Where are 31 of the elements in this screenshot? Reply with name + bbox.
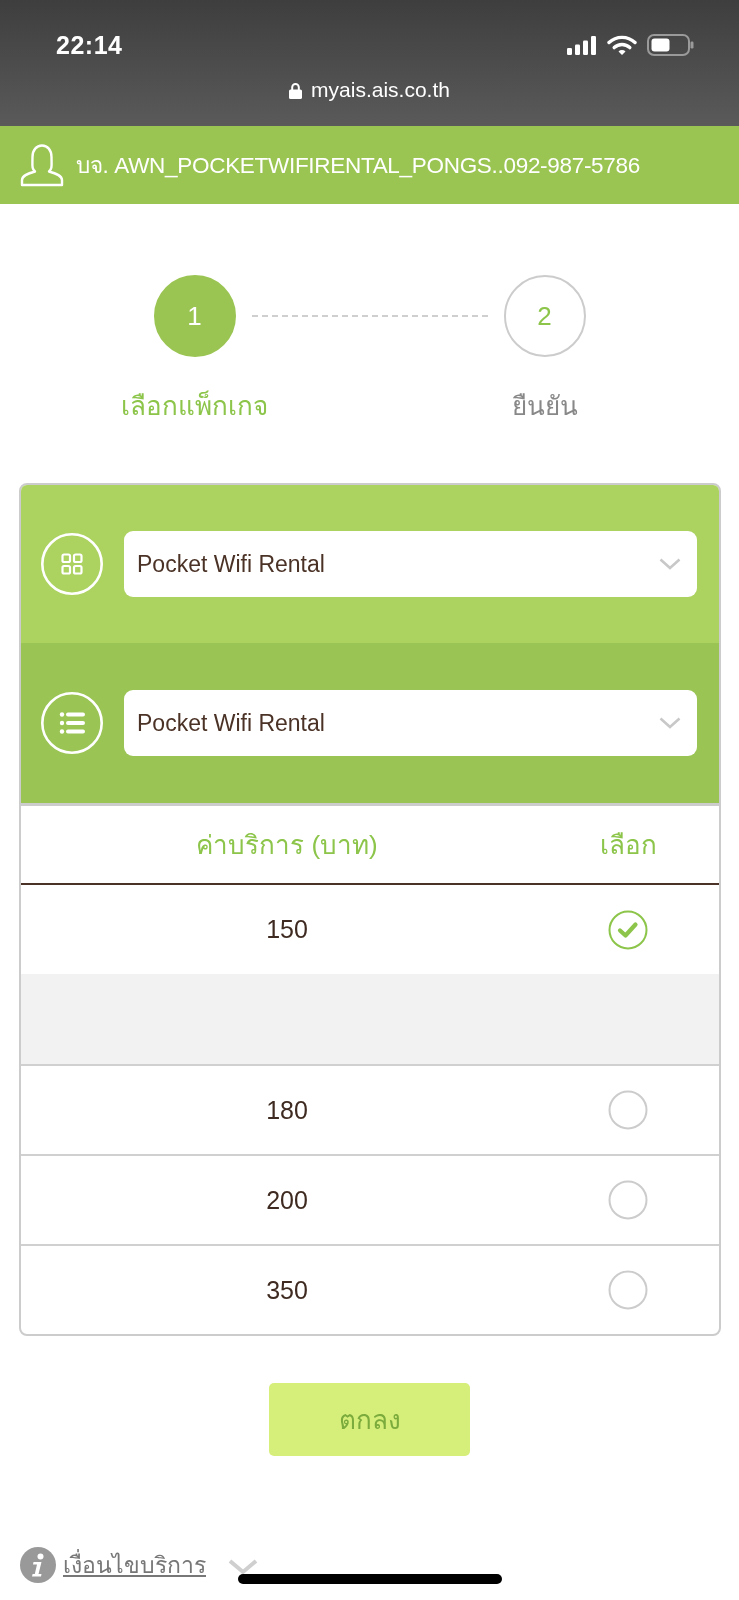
price-cell-text: 350: [265, 1275, 309, 1305]
price-cell-text: 150: [265, 915, 309, 944]
price-cell-text: 200: [265, 1185, 309, 1215]
url-text: myais.ais.co.th: [311, 78, 450, 102]
package-dropdown[interactable]: Pocket Wifi Rental: [124, 690, 697, 756]
person-icon[interactable]: [20, 143, 64, 187]
chevron-down-icon: [659, 558, 681, 570]
price-cell-text: 180: [265, 1095, 309, 1125]
status-time: 22:14: [56, 30, 123, 60]
account-name: บจ. AWN_POCKETWIFIRENTAL_PONGS..092-987-5786: [76, 152, 640, 180]
lock-icon: [289, 81, 303, 99]
step-indicator: 1: [153, 275, 236, 357]
grid-icon: [41, 533, 103, 595]
radio-button[interactable]: [608, 1270, 648, 1310]
wifi-icon: [607, 34, 637, 56]
step-label: ยืนยัน: [511, 390, 578, 422]
package-dropdown[interactable]: Pocket Wifi Rental: [124, 531, 697, 597]
radio-button[interactable]: [608, 909, 648, 950]
info-icon: [20, 1547, 56, 1583]
column-header: เลือก: [598, 829, 658, 862]
list-icon: [41, 692, 103, 754]
chevron-down-icon[interactable]: [228, 1559, 258, 1575]
chevron-down-icon: [659, 717, 681, 729]
step-indicator: 2: [503, 275, 586, 357]
terms-link[interactable]: เงื่อนไขบริการ: [63, 1547, 206, 1583]
radio-button[interactable]: [608, 1090, 648, 1130]
radio-button[interactable]: [608, 1180, 648, 1220]
column-header: ค่าบริการ (บาท): [195, 829, 379, 862]
step-label: เลือกแพ็กเกจ: [121, 390, 268, 422]
signal-icon: [567, 35, 597, 55]
battery-icon: [647, 34, 694, 56]
